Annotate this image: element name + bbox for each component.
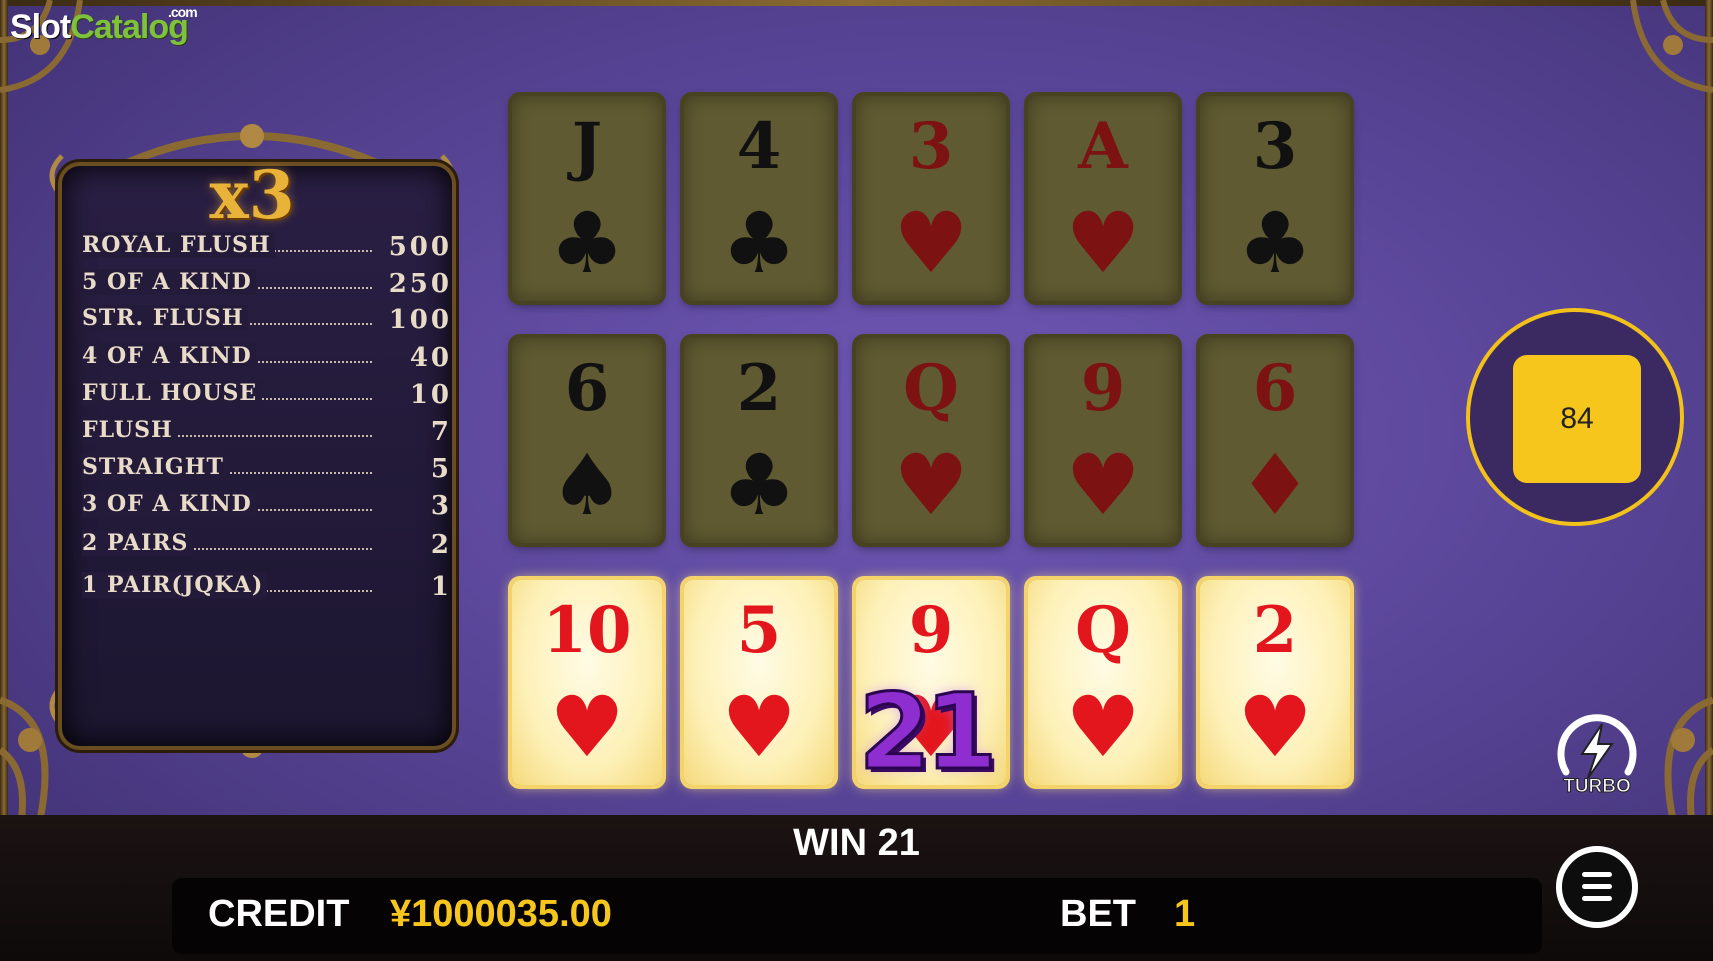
card-rank: 9 <box>1080 351 1126 426</box>
credit-value: ¥1000035.00 <box>390 893 612 935</box>
paytable-hand-name: FULL HOUSE <box>82 380 262 406</box>
paytable-payout: 5 <box>430 454 452 484</box>
paytable-row: 1 PAIR(JQKA) 1 <box>82 572 452 606</box>
clubs-suit-icon: ♣ <box>1237 194 1313 292</box>
watermark-part1: Slot <box>10 8 71 46</box>
credit-bar <box>172 878 1542 954</box>
card-rank: Q <box>1075 593 1131 668</box>
auto-spin-button[interactable]: 84 <box>1513 355 1641 483</box>
playing-card: Q ♥ <box>856 338 1006 543</box>
playing-card: 4 ♣ <box>684 96 834 301</box>
playing-card: 2 ♣ <box>684 338 834 543</box>
card-rank: 5 <box>736 593 782 668</box>
card-rank: 3 <box>908 109 954 184</box>
win-amount-popup: 21 <box>857 671 999 793</box>
playing-card: 3 ♣ <box>1200 96 1350 301</box>
paytable-row: 2 PAIRS 2 <box>82 530 452 564</box>
spades-suit-icon: ♠ <box>549 436 625 534</box>
paytable-row: STR. FLUSH 100 <box>82 305 452 339</box>
bet-value: 1 <box>1174 893 1196 935</box>
paytable-payout: 10 <box>409 380 452 410</box>
paytable-payout: 40 <box>409 343 452 373</box>
paytable-row: FLUSH 7 <box>82 417 452 451</box>
paytable-multiplier: x3 <box>209 156 295 234</box>
paytable-payout: 1 <box>430 572 452 602</box>
turbo-button[interactable]: TURBO <box>1552 710 1642 800</box>
paytable-payout: 250 <box>388 269 452 299</box>
paytable-hand-name: 5 OF A KIND <box>82 269 256 295</box>
card-rank: 2 <box>1252 593 1298 668</box>
playing-card: 9 ♥ <box>1028 338 1178 543</box>
card-rank: 10 <box>542 593 632 668</box>
paytable-row: STRAIGHT 5 <box>82 454 452 488</box>
win-text: WIN 21 <box>793 822 920 864</box>
paytable-payout: 500 <box>388 232 452 262</box>
playing-card: Q ♥ <box>1028 580 1178 785</box>
card-rank: A <box>1078 109 1128 184</box>
diamonds-suit-icon: ♦ <box>1237 436 1313 534</box>
hearts-suit-icon: ♥ <box>1237 678 1313 776</box>
clubs-suit-icon: ♣ <box>549 194 625 292</box>
frame-top-border <box>0 0 1713 6</box>
slotcatalog-watermark: SlotCatalog .com <box>10 4 198 47</box>
paytable-hand-name: STRAIGHT <box>82 454 228 480</box>
hearts-suit-icon: ♥ <box>893 194 969 292</box>
card-rank: 6 <box>1252 351 1298 426</box>
paytable-row: FULL HOUSE 10 <box>82 380 452 414</box>
paytable-hand-name: 3 OF A KIND <box>82 491 256 517</box>
card-rank: 6 <box>564 351 610 426</box>
paytable-hand-name: 4 OF A KIND <box>82 343 256 369</box>
card-rank: 9 <box>908 593 954 668</box>
bet-label: BET <box>1060 893 1136 935</box>
paytable-payout: 100 <box>388 305 452 335</box>
paytable-hand-name: STR. FLUSH <box>82 305 248 331</box>
paytable-row: 3 OF A KIND 3 <box>82 491 452 525</box>
paytable-row: 4 OF A KIND 40 <box>82 343 452 377</box>
paytable-payout: 3 <box>430 491 452 521</box>
card-rank: Q <box>903 351 959 426</box>
paytable-payout: 7 <box>430 417 452 447</box>
playing-card: 6 ♠ <box>512 338 662 543</box>
playing-card: 3 ♥ <box>856 96 1006 301</box>
playing-card: 5 ♥ <box>684 580 834 785</box>
watermark-suffix: .com <box>168 4 198 20</box>
playing-card: J ♣ <box>512 96 662 301</box>
hearts-suit-icon: ♥ <box>1065 678 1141 776</box>
card-rank: 3 <box>1252 109 1298 184</box>
paytable-hand-name: 1 PAIR(JQKA) <box>82 572 268 598</box>
clubs-suit-icon: ♣ <box>721 436 797 534</box>
paytable-payout: 2 <box>430 530 452 560</box>
hearts-suit-icon: ♥ <box>893 436 969 534</box>
game-stage: SlotCatalog .com x3 ROYAL FLUSH 500 5 OF A… <box>0 0 1713 961</box>
paytable-hand-name: FLUSH <box>82 417 177 443</box>
paytable-row: ROYAL FLUSH 500 <box>82 232 452 266</box>
paytable-hand-name: ROYAL FLUSH <box>82 232 275 258</box>
paytable-row: 5 OF A KIND 250 <box>82 269 452 303</box>
card-rank: 4 <box>736 109 782 184</box>
hearts-suit-icon: ♥ <box>549 678 625 776</box>
clubs-suit-icon: ♣ <box>721 194 797 292</box>
paytable-hand-name: 2 PAIRS <box>82 530 193 556</box>
card-rank: 2 <box>736 351 782 426</box>
hearts-suit-icon: ♥ <box>721 678 797 776</box>
playing-card: 2 ♥ <box>1200 580 1350 785</box>
credit-label: CREDIT <box>208 893 350 935</box>
hearts-suit-icon: ♥ <box>1065 436 1141 534</box>
playing-card: 10 ♥ <box>512 580 662 785</box>
hearts-suit-icon: ♥ <box>1065 194 1141 292</box>
playing-card: 6 ♦ <box>1200 338 1350 543</box>
playing-card: A ♥ <box>1028 96 1178 301</box>
turbo-label: TURBO <box>1563 776 1632 798</box>
card-rank: J <box>571 109 603 184</box>
ornament-top-right <box>1630 0 1713 93</box>
paytable: x3 ROYAL FLUSH 500 5 OF A KIND 250 STR. FLUS… <box>22 96 482 786</box>
menu-button[interactable] <box>1556 846 1638 928</box>
